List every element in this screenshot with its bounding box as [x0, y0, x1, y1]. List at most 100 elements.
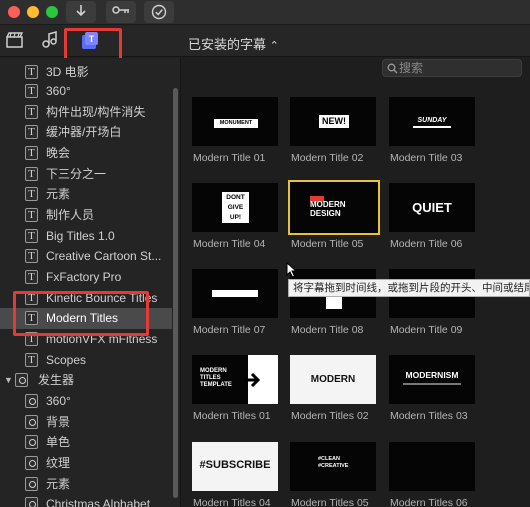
sidebar-item-build-in-out[interactable]: T 构件出现/构件消失 [0, 102, 172, 122]
title-thumbnail[interactable]: QUIET [389, 183, 475, 232]
thumbnail-text: #SUBSCRIBE [199, 459, 271, 471]
sidebar-item-generator-360[interactable]: 360° [0, 391, 172, 411]
title-thumbnail[interactable] [192, 269, 278, 318]
chevron-updown-icon: ⌃ [269, 40, 279, 52]
thumbnail-text: NEW! [319, 115, 349, 128]
title-category-icon: T [25, 105, 38, 119]
clapper-icon [6, 32, 24, 48]
thumbnail-text: MODERN [310, 374, 356, 385]
thumbnail-line [403, 383, 461, 385]
thumbnail-label: Modern Title 09 [390, 324, 463, 336]
thumbnail-bar [212, 290, 258, 297]
keyword-button[interactable] [106, 1, 136, 23]
title-category-icon: T [25, 167, 38, 181]
thumbnail-text: QUIET [412, 200, 452, 215]
sidebar-item-label: 单色 [46, 435, 71, 449]
sidebar-item-fxfactory-pro[interactable]: T FxFactory Pro [0, 267, 172, 287]
thumbnail-bar [326, 297, 342, 309]
sidebar-item-credits[interactable]: T 制作人员 [0, 205, 172, 225]
generator-icon [25, 415, 38, 429]
thumbnail-label: Modern Title 04 [193, 238, 266, 250]
title-thumbnail-selected[interactable]: MODERN DESIGN [288, 180, 380, 235]
title-thumbnail[interactable]: MODERN [290, 355, 376, 404]
sidebar-item-label: 制作人员 [46, 208, 95, 222]
title-thumbnail[interactable]: #CLEAN #CREATIVE [290, 442, 376, 491]
sidebar-scrollbar[interactable] [173, 88, 178, 498]
thumbnail-label: Modern Title 05 [291, 238, 364, 250]
title-bar [0, 0, 530, 25]
sidebar-group-generators[interactable]: ▼ 发生器 [0, 370, 172, 390]
thumbnail-label: Modern Titles 05 [291, 497, 369, 507]
sidebar-item-label: 元素 [46, 187, 71, 201]
sidebar-item-backgrounds[interactable]: 背景 [0, 412, 172, 432]
thumbnail-text: SUNDAY [417, 117, 447, 124]
sidebar-item-lower-thirds[interactable]: T 下三分之一 [0, 164, 172, 184]
sidebar-item-bumper-opener[interactable]: T 缓冲器/开场白 [0, 122, 172, 142]
sidebar-item-3d-movie[interactable]: T 3D 电影 [0, 62, 172, 82]
music-tab[interactable] [40, 31, 62, 51]
sidebar-item-label: Scopes [46, 353, 87, 367]
title-thumbnail[interactable]: NEW! [290, 97, 376, 146]
sidebar-item-label: 3D 电影 [46, 65, 89, 79]
thumbnail-label: Modern Titles 01 [193, 410, 271, 422]
title-thumbnail[interactable]: MONUMENT [192, 97, 278, 146]
sidebar-item-label: 元素 [46, 477, 71, 491]
search-field[interactable]: 搜索 [382, 59, 522, 77]
browser-header[interactable]: 已安装的字幕 ⌃ [188, 34, 279, 53]
sidebar-item-label: Creative Cartoon St... [46, 249, 162, 263]
key-icon [112, 6, 129, 14]
generator-icon [25, 497, 38, 507]
thumbnail-label: Modern Title 01 [193, 152, 266, 164]
thumbnail-text: DONT GIVE UP! [222, 192, 249, 223]
title-thumbnail[interactable]: MODERN TITLES TEMPLATE [192, 355, 278, 404]
music-icon [42, 31, 57, 48]
title-thumbnail[interactable]: DONT GIVE UP! [192, 183, 278, 232]
sidebar-item-label: Big Titles 1.0 [46, 229, 115, 243]
sidebar-item-elements[interactable]: T 元素 [0, 184, 172, 204]
sidebar-item-scopes[interactable]: T Scopes [0, 350, 172, 370]
background-tasks-button[interactable] [144, 1, 174, 23]
generator-icon [25, 394, 38, 408]
photos-audio-tab[interactable] [5, 31, 27, 51]
tooltip: 将字幕拖到时间线，或拖到片段的开头、中间或结尾 [288, 279, 530, 297]
title-thumbnail[interactable] [389, 442, 475, 491]
browser-header-label: 已安装的字幕 [188, 37, 267, 52]
generator-icon [25, 456, 38, 470]
sidebar-item-christmas-alphabet[interactable]: Christmas Alphabet [0, 494, 172, 507]
title-thumbnail[interactable]: SUNDAY [389, 97, 475, 146]
title-category-icon: T [25, 125, 38, 139]
sidebar-item-generator-elements[interactable]: 元素 [0, 474, 172, 494]
title-category-icon: T [25, 249, 38, 263]
title-category-icon: T [25, 65, 38, 79]
minimize-window-button[interactable] [27, 6, 39, 18]
zoom-window-button[interactable] [46, 6, 58, 18]
thumbnail-text: MONUMENT [214, 119, 258, 128]
title-category-icon: T [25, 146, 38, 160]
sidebar-item-solids[interactable]: 单色 [0, 432, 172, 452]
title-thumbnail[interactable]: #SUBSCRIBE [192, 442, 278, 491]
sidebar-item-label: 晚会 [46, 146, 71, 160]
thumbnail-label: Modern Titles 04 [193, 497, 271, 507]
sidebar-item-label: 360° [46, 394, 71, 408]
sidebar-item-label: 背景 [46, 415, 71, 429]
sidebar-item-label: 360° [46, 84, 71, 98]
sidebar-item-party[interactable]: T 晚会 [0, 143, 172, 163]
close-window-button[interactable] [8, 6, 20, 18]
thumbnail-text: MODERN TITLES TEMPLATE [200, 368, 232, 388]
thumbnail-text: MODERNISM [405, 370, 459, 380]
sidebar-item-label: 缓冲器/开场白 [46, 125, 122, 139]
title-category-icon: T [25, 353, 38, 367]
disclosure-triangle-icon[interactable]: ▼ [4, 370, 13, 390]
title-thumbnail[interactable]: MODERNISM [389, 355, 475, 404]
thumbnail-text: #CLEAN #CREATIVE [318, 456, 349, 469]
title-category-icon: T [25, 187, 38, 201]
sidebar-item-big-titles[interactable]: T Big Titles 1.0 [0, 226, 172, 246]
import-button[interactable] [66, 1, 96, 23]
sidebar-item-360[interactable]: T 360° [0, 81, 172, 101]
sidebar-item-textures[interactable]: 纹理 [0, 453, 172, 473]
title-category-icon: T [25, 84, 38, 98]
search-icon [387, 63, 398, 74]
sidebar-item-label: 纹理 [46, 456, 71, 470]
sidebar-item-creative-cartoon[interactable]: T Creative Cartoon St... [0, 246, 172, 266]
sidebar: T 3D 电影 T 360° T 构件出现/构件消失 T 缓冲器/开场白 T 晚会 T 下三… [0, 58, 181, 507]
